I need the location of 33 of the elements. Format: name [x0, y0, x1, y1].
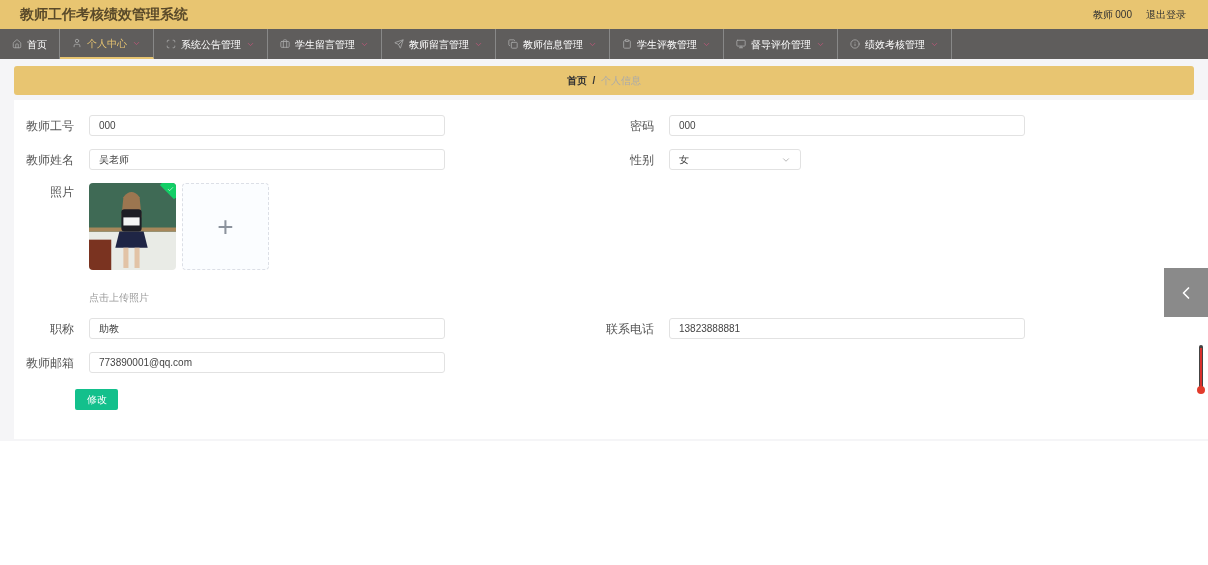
user-icon [72, 38, 82, 48]
breadcrumb-separator: / [592, 74, 596, 88]
select-field[interactable]: 女 [669, 149, 801, 170]
frame-icon [166, 39, 176, 49]
field-label: 密码 [629, 117, 654, 135]
text-field[interactable]: 773890001@qq.com [89, 352, 445, 373]
user-name: 教师 000 [1092, 8, 1132, 22]
check-icon [166, 185, 174, 193]
breadcrumb-home[interactable]: 首页 [566, 73, 587, 88]
text-field[interactable]: 助教 [89, 318, 445, 339]
text-field[interactable]: 000 [669, 115, 1025, 136]
monitor-icon [736, 39, 746, 49]
copy-icon [508, 39, 518, 49]
upload-hint: 点击上传照片 [89, 291, 150, 305]
logout-link[interactable]: 退出登录 [1146, 7, 1186, 22]
info-icon [850, 39, 860, 49]
field-label: 教师工号 [25, 117, 74, 135]
text-field[interactable]: 13823888881 [669, 318, 1025, 339]
send-icon [394, 39, 404, 49]
collapse-button[interactable] [1164, 268, 1208, 317]
text-field[interactable]: 000 [89, 115, 445, 136]
thermometer-icon [1196, 344, 1206, 396]
app-title: 教师工作考核绩效管理系统 [20, 5, 188, 24]
field-label: 联系电话 [605, 320, 654, 338]
home-icon [12, 39, 22, 49]
field-label: 照片 [49, 184, 74, 201]
text-field[interactable]: 吴老师 [89, 149, 445, 170]
field-label: 职称 [49, 320, 74, 338]
field-label: 性别 [629, 151, 654, 169]
field-label: 教师邮箱 [25, 354, 74, 372]
briefcase-icon [280, 39, 290, 49]
clipboard-icon [622, 39, 632, 49]
field-label: 教师姓名 [25, 151, 74, 169]
